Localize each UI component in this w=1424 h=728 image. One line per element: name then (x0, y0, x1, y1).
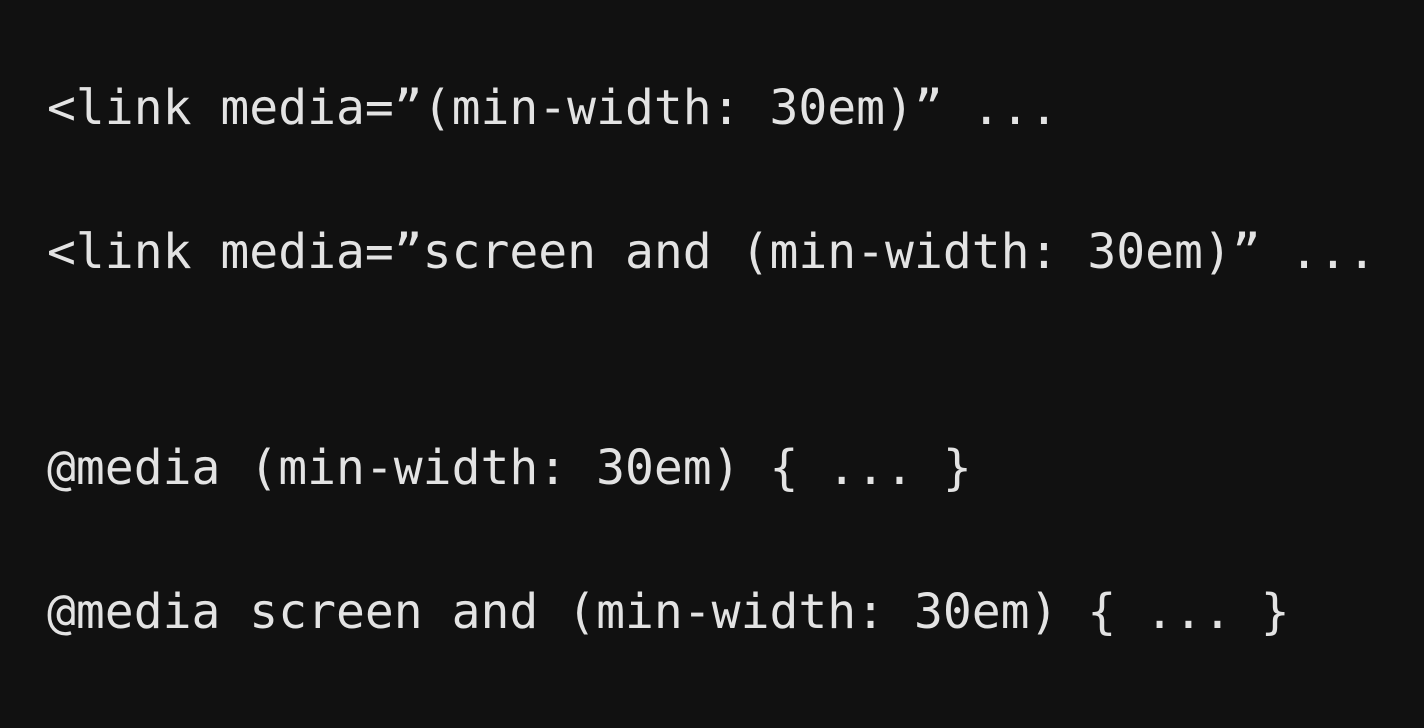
code-line-at-media-query: @media (min-width: 30em) { ... } (47, 440, 972, 496)
code-line-link-screen-media-query: <link media=”screen and (min-width: 30em… (47, 224, 1377, 280)
code-line-link-media-query: <link media=”(min-width: 30em)” ... (47, 80, 1059, 136)
code-slide: <link media=”(min-width: 30em)” ... <lin… (0, 0, 1424, 728)
code-line-at-media-screen-query: @media screen and (min-width: 30em) { ..… (47, 584, 1290, 640)
